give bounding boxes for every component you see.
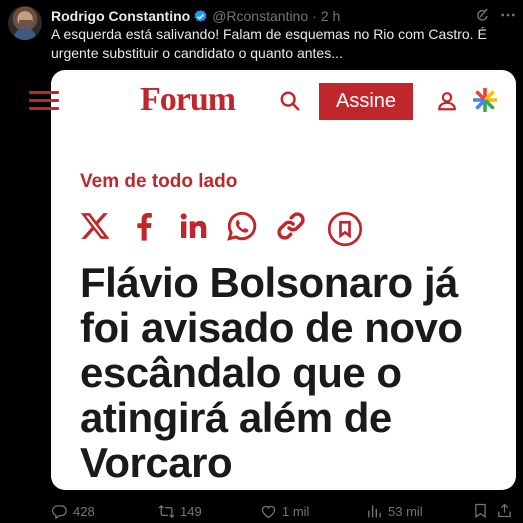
views-icon [368,504,381,518]
repost-button[interactable]: 149 [158,500,202,522]
separator: · [312,8,317,24]
x-share-icon [79,210,111,242]
author-name[interactable]: Rodrigo Constantino [51,8,190,24]
like-icon [261,505,276,518]
subscribe-button: Assine [319,83,413,120]
like-button[interactable]: 1 mil [260,500,309,522]
google-star-icon [473,88,497,112]
action-bar: 428 149 1 mil 53 mil [51,500,516,522]
repost-count: 149 [180,503,202,519]
author-handle[interactable]: @Rconstantino [212,8,308,24]
tweet-text: A esquerda está salivando! Falam de esqu… [51,26,487,61]
article-headline: Flávio Bolsonaro já foi avisado de novo … [80,259,463,486]
share-icon[interactable] [496,502,513,519]
more-icon[interactable] [499,6,517,24]
forum-logo: Forum [140,81,236,118]
menu-icon [29,91,61,111]
search-icon [280,91,300,111]
verified-badge-icon [194,9,207,22]
views-count: 53 mil [388,503,423,519]
like-count: 1 mil [282,503,310,519]
avatar[interactable] [8,6,42,40]
section-label: Vem de todo lado [80,171,238,192]
bookmark-share-icon [327,211,363,247]
whatsapp-share-icon [226,210,258,242]
tweet[interactable]: Rodrigo Constantino @Rconstantino · 2 h … [0,0,523,523]
reply-count: 428 [73,503,95,519]
repost-icon [158,504,175,518]
tweet-header: Rodrigo Constantino @Rconstantino · 2 h [51,8,340,24]
timestamp[interactable]: 2 h [321,8,340,24]
reply-icon [52,504,67,519]
link-share-icon [275,210,307,242]
reply-button[interactable]: 428 [51,500,95,522]
bookmark-icon[interactable] [472,502,489,519]
grok-icon[interactable] [474,7,490,23]
linkedin-share-icon [177,210,209,242]
facebook-share-icon [128,210,160,242]
views-button[interactable]: 53 mil [366,500,423,522]
user-icon [438,92,456,111]
